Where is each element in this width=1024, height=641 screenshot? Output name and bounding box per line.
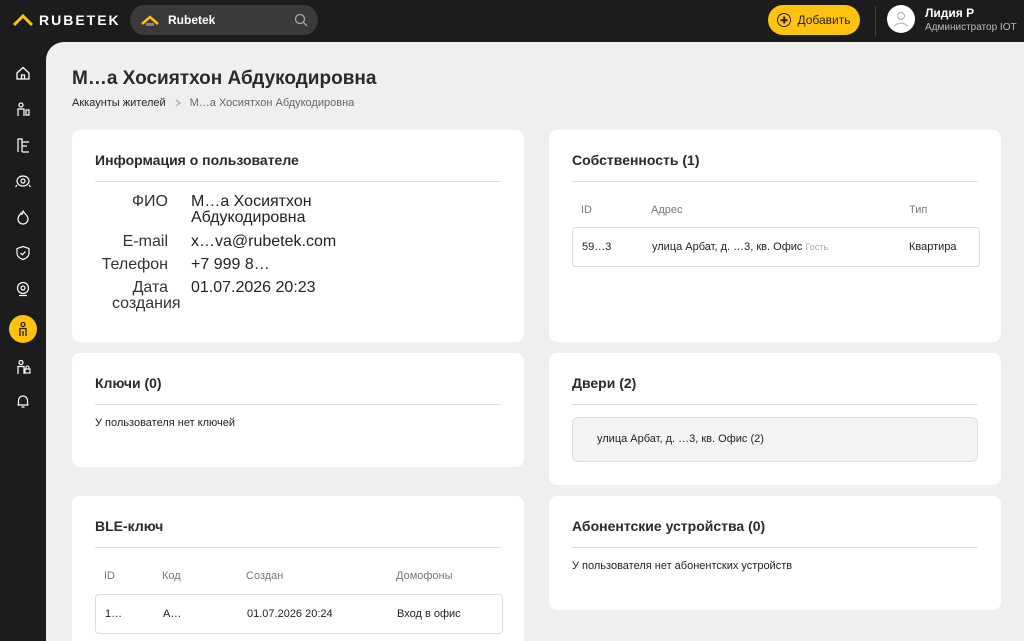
add-button[interactable]: Добавить	[768, 5, 860, 35]
sidebar	[0, 42, 46, 641]
breadcrumb: Аккаунты жителей М…а Хосиятхон Абдукодир…	[72, 97, 354, 109]
home-icon	[16, 66, 30, 80]
user-menu[interactable]: Лидия Р Администратор IOT	[887, 5, 1017, 33]
email-label: E-mail	[122, 233, 168, 250]
user-info-card: Информация о пользователе ФИО М…а Хосият…	[72, 130, 524, 342]
user-avatar-icon	[893, 11, 909, 28]
plus-circle-icon	[777, 13, 792, 27]
sidebar-item-cameras[interactable]	[9, 167, 37, 195]
building-icon	[17, 138, 29, 153]
page-title: М…а Хосиятхон Абдукодировна	[72, 68, 377, 89]
divider	[572, 181, 978, 182]
property-address: улица Арбат, д. …3, кв. Офис Гость	[652, 241, 828, 253]
property-address-text: улица Арбат, д. …3, кв. Офис	[652, 241, 803, 253]
avatar	[887, 5, 915, 33]
top-bar: RUBETEK Rubetek Добавить Лидия Р Админис…	[0, 0, 1024, 42]
created-value: 01.07.2026 20:23	[191, 279, 316, 296]
ble-created: 01.07.2026 20:24	[247, 608, 333, 620]
logo[interactable]: RUBETEK	[13, 12, 121, 28]
door-item[interactable]: улица Арбат, д. …3, кв. Офис (2)	[572, 417, 978, 462]
card-title: BLE-ключ	[95, 518, 164, 534]
phone-value: +7 999 8…	[191, 256, 270, 273]
guest-badge: Гость	[805, 242, 829, 252]
add-button-label: Добавить	[797, 13, 851, 27]
email-value: x…va@rubetek.com	[191, 233, 337, 250]
sidebar-item-fire[interactable]	[9, 203, 37, 231]
divider	[95, 404, 501, 405]
fire-icon	[17, 210, 29, 225]
sidebar-item-video[interactable]	[9, 275, 37, 303]
divider	[572, 404, 978, 405]
ble-intercoms: Вход в офис	[397, 608, 461, 620]
property-type: Квартира	[909, 241, 957, 253]
keys-card: Ключи (0) У пользователя нет ключей	[72, 353, 524, 467]
sidebar-item-residents[interactable]	[9, 95, 37, 123]
ble-key-card: BLE-ключ ID Код Создан Домофоны 1… A… 01…	[72, 496, 524, 641]
bell-icon	[17, 395, 29, 408]
door-address: улица Арбат, д. …3, кв. Офис (2)	[597, 433, 764, 445]
card-title: Ключи (0)	[95, 375, 162, 391]
webcam-icon	[16, 281, 30, 297]
search-icon[interactable]	[294, 13, 308, 27]
sidebar-item-buildings[interactable]	[9, 131, 37, 159]
column-header-id: ID	[104, 570, 115, 582]
user-name: Лидия Р	[925, 5, 975, 20]
column-header-code: Код	[162, 570, 181, 582]
table-row[interactable]: 59…3 улица Арбат, д. …3, кв. Офис Гость …	[572, 227, 980, 267]
fio-value: М…а Хосиятхон Абдукодировна	[191, 193, 312, 226]
sidebar-item-security[interactable]	[9, 239, 37, 267]
empty-keys-text: У пользователя нет ключей	[95, 417, 236, 429]
empty-devices-text: У пользователя нет абонентских устройств	[572, 560, 793, 572]
divider	[95, 181, 501, 182]
phone-label: Телефон	[101, 256, 168, 273]
column-header-type: Тип	[909, 204, 928, 216]
sidebar-item-access[interactable]	[9, 353, 37, 381]
breadcrumb-parent-link[interactable]: Аккаунты жителей	[72, 97, 166, 109]
divider	[572, 547, 978, 548]
property-card: Собственность (1) ID Адрес Тип 59…3 улиц…	[549, 130, 1001, 342]
user-role: Администратор IOT	[925, 21, 1017, 33]
fio-label: ФИО	[131, 193, 168, 210]
property-id: 59…3	[582, 241, 612, 253]
divider	[95, 547, 501, 548]
card-title: Информация о пользователе	[95, 152, 299, 168]
created-label: Дата создания	[112, 279, 181, 312]
card-title: Собственность (1)	[572, 152, 700, 168]
main-content: М…а Хосиятхон Абдукодировна Аккаунты жит…	[46, 42, 1024, 641]
column-header-address: Адрес	[651, 204, 683, 216]
sidebar-item-notifications[interactable]	[9, 387, 37, 415]
breadcrumb-current: М…а Хосиятхон Абдукодировна	[189, 97, 355, 109]
sidebar-item-home[interactable]	[9, 59, 37, 87]
residents-icon	[17, 102, 30, 116]
subscriber-devices-card: Абонентские устройства (0) У пользовател…	[549, 496, 1001, 610]
user-lock-icon	[17, 359, 31, 374]
ble-code: A…	[163, 608, 182, 620]
project-selector[interactable]: Rubetek	[130, 5, 318, 35]
user-accounts-icon	[19, 321, 27, 336]
column-header-intercoms: Домофоны	[396, 570, 453, 582]
project-logo-icon	[141, 15, 159, 26]
sidebar-item-user-accounts[interactable]	[9, 315, 37, 343]
project-label: Rubetek	[168, 13, 216, 27]
column-header-id: ID	[581, 204, 592, 216]
column-header-created: Создан	[246, 570, 284, 582]
doors-card: Двери (2) улица Арбат, д. …3, кв. Офис (…	[549, 353, 1001, 485]
camera-icon	[15, 175, 31, 188]
card-title: Двери (2)	[572, 375, 637, 391]
ble-id: 1…	[105, 608, 123, 620]
divider	[875, 6, 876, 36]
chevron-right-icon	[175, 99, 181, 107]
logo-mark-icon	[13, 13, 33, 27]
table-row[interactable]: 1… A… 01.07.2026 20:24 Вход в офис	[95, 594, 503, 634]
shield-icon	[16, 245, 30, 261]
card-title: Абонентские устройства (0)	[572, 518, 766, 534]
logo-text: RUBETEK	[39, 12, 121, 28]
